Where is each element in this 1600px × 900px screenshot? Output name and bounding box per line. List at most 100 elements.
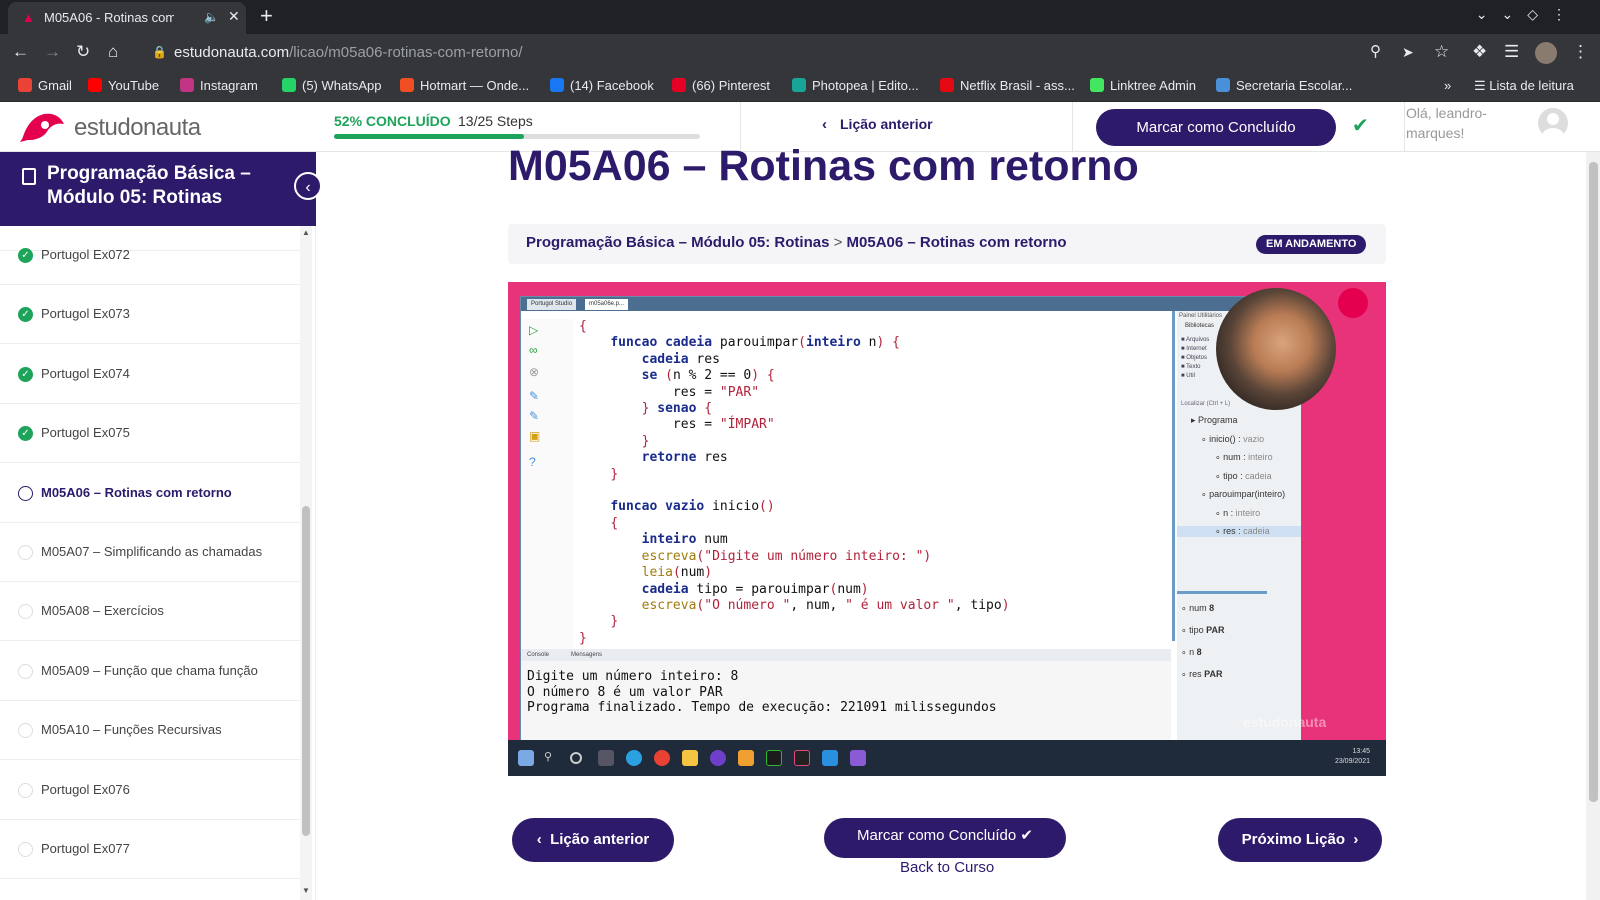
estudonauta-logo[interactable]: estudonauta (18, 108, 228, 146)
code-line: { (610, 515, 619, 531)
sidebar-lesson-label: Portugol Ex075 (41, 425, 130, 441)
bookmark-item[interactable]: Instagram (180, 78, 258, 93)
library-item: ■ Objetos (1181, 355, 1207, 361)
user-avatar[interactable] (1538, 108, 1568, 138)
sidebar-course-title[interactable]: Programação Básica – Módulo 05: Rotinas (47, 162, 287, 210)
scroll-down-arrow-icon[interactable]: ▼ (302, 886, 310, 895)
breadcrumb-course-link[interactable]: Programação Básica – Módulo 05: Rotinas (526, 234, 829, 251)
bookmark-item[interactable]: Hotmart — Onde... (400, 78, 529, 93)
scrollbar-thumb[interactable] (1589, 162, 1598, 802)
code-line: } (579, 630, 587, 646)
progress-bar (334, 134, 700, 139)
completed-check-icon: ✓ (18, 426, 33, 442)
sidebar-lesson-item[interactable]: ✓ Portugol Ex074 (0, 345, 300, 404)
scroll-up-arrow-icon[interactable]: ▲ (302, 228, 310, 237)
debug-variable-name: ∘ n (1181, 647, 1197, 657)
sidebar-collapse-button[interactable]: ‹ (294, 172, 322, 200)
close-icon[interactable]: ✕ (228, 8, 240, 25)
sidebar-lesson-item[interactable]: ✓ Portugol Ex073 (0, 285, 300, 345)
bookmark-favicon-icon (792, 78, 806, 92)
mark-complete-button[interactable]: Marcar como Concluído ✔ (824, 818, 1066, 858)
url-host: estudonauta.com (174, 44, 290, 61)
windows-taskbar: ⚲ 13:45 23/09/2021 (508, 740, 1386, 776)
bookmark-item[interactable]: Photopea | Edito... (792, 78, 919, 93)
profile-avatar[interactable] (1535, 42, 1557, 64)
course-sidebar: Programação Básica – Módulo 05: Rotinas … (0, 152, 322, 900)
taskbar-clock: 13:45 23/09/2021 (1335, 747, 1370, 767)
sidebar-lesson-item[interactable]: M05A10 – Funções Recursivas (0, 701, 300, 761)
search-label: Localizar (Ctrl + L) (1181, 401, 1231, 407)
search-icon: ⚲ (544, 751, 553, 763)
bookmark-item[interactable]: (14) Facebook (550, 78, 654, 93)
bookmark-item[interactable]: Linktree Admin (1090, 78, 1196, 93)
user-greeting[interactable]: Olá, leandro-marques! (1406, 103, 1510, 143)
window-controls[interactable]: ⌄⌄◇⋮ (1476, 6, 1580, 23)
media-icon[interactable]: ☰ (1504, 42, 1519, 62)
document-icon (22, 168, 36, 185)
debug-variable-name: ∘ num (1181, 603, 1210, 613)
debug-variable-name: ∘ res (1181, 669, 1205, 679)
header-mark-complete-button[interactable]: Marcar como Concluído (1096, 109, 1336, 146)
forward-arrow-icon[interactable]: → (44, 42, 61, 62)
home-icon[interactable]: ⌂ (108, 42, 118, 62)
bookmark-label: (66) Pinterest (692, 78, 771, 93)
debug-variable: ∘ tipo PAR (1181, 625, 1225, 636)
next-lesson-button[interactable]: Próximo Lição › (1218, 818, 1382, 862)
breadcrumb-lesson-link[interactable]: M05A06 – Rotinas com retorno (847, 234, 1067, 251)
bookmark-item[interactable]: Netflix Brasil - ass... (940, 78, 1075, 93)
bookmark-favicon-icon (1090, 78, 1104, 92)
menu-icon[interactable]: ⋮ (1572, 42, 1589, 62)
rocket-logo-icon (20, 113, 64, 142)
bookmark-item[interactable]: YouTube (88, 78, 159, 93)
address-bar[interactable]: estudonauta.com/licao/m05a06-rotinas-com… (174, 44, 523, 61)
vscode-icon (822, 750, 838, 766)
reading-list-link[interactable]: ☰ Lista de leitura (1474, 78, 1574, 94)
record-indicator (1338, 288, 1368, 318)
sidebar-lesson-item[interactable]: Portugol Ex076 (0, 761, 300, 820)
tree-node: ∘ parouimpar(inteiro) (1201, 489, 1285, 500)
video-watermark: estudonauta (1243, 714, 1327, 730)
scrollbar-thumb[interactable] (302, 506, 310, 836)
bookmark-favicon-icon (88, 78, 102, 92)
extensions-icon[interactable]: ❖ (1472, 42, 1487, 62)
sidebar-lesson-item[interactable]: M05A09 – Função que chama função (0, 642, 300, 701)
bookmark-item[interactable]: Gmail (18, 78, 72, 93)
video-player[interactable]: Portugol Studio m05a06e.p... ▷ ∞ ⊗ ✎ ✎ ▣… (508, 282, 1386, 776)
new-tab-button[interactable]: + (260, 3, 273, 29)
folder-icon: ▣ (529, 429, 541, 443)
more-bookmarks-icon[interactable]: » (1444, 78, 1451, 93)
task-view-icon (598, 750, 614, 766)
sidebar-lesson-item[interactable]: ✓ Portugol Ex072 (0, 226, 300, 285)
back-arrow-icon[interactable]: ← (12, 42, 29, 62)
back-to-course-link[interactable]: Back to Curso (900, 859, 994, 876)
sidebar-lesson-item[interactable]: Portugol Ex077 (0, 820, 300, 879)
prev-lesson-button[interactable]: ‹ Lição anterior (512, 818, 674, 862)
sidebar-scrollbar[interactable] (300, 226, 312, 900)
sidebar-lesson-item[interactable]: M05A08 – Exercícios (0, 582, 300, 642)
ide-toolbar-gutter: ▷ ∞ ⊗ ✎ ✎ ▣ ? (521, 319, 573, 649)
windows-start-icon (518, 750, 534, 766)
bookmark-item[interactable]: (66) Pinterest (672, 78, 770, 93)
sidebar-lesson-label: M05A10 – Funções Recursivas (41, 722, 222, 738)
header-prev-lesson-link[interactable]: Lição anterior (840, 116, 933, 132)
tree-node: ∘ num : inteiro (1215, 452, 1273, 463)
browser-tab[interactable]: ▲ M05A06 - Rotinas com ret 🔈 ✕ (8, 2, 246, 34)
sidebar-lesson-item[interactable]: M05A06 – Rotinas com retorno (0, 464, 300, 523)
sidebar-lesson-item[interactable]: M05A07 – Simplificando as chamadas (0, 523, 300, 582)
sidebar-lesson-label: Portugol Ex072 (41, 247, 130, 262)
speaker-icon[interactable]: 🔈 (204, 10, 219, 24)
bookmark-item[interactable]: Secretaria Escolar... (1216, 78, 1352, 93)
bookmark-favicon-icon (672, 78, 686, 92)
zoom-icon[interactable]: ⚲ (1370, 42, 1381, 62)
star-icon[interactable]: ☆ (1434, 42, 1449, 62)
page-scrollbar[interactable] (1586, 152, 1600, 900)
tree-node-label: ∘ tipo : (1215, 470, 1246, 481)
sidebar-lesson-item[interactable]: ✓ Portugol Ex075 (0, 404, 300, 464)
bookmark-item[interactable]: (5) WhatsApp (282, 78, 381, 93)
lock-icon[interactable]: 🔒 (152, 45, 167, 59)
next-lesson-label: Próximo Lição (1241, 831, 1345, 848)
send-icon[interactable]: ➤ (1402, 42, 1414, 62)
debug-icon: ∞ (529, 343, 538, 357)
reload-icon[interactable]: ↻ (76, 42, 90, 62)
tree-node-label: ∘ res : (1215, 526, 1244, 536)
